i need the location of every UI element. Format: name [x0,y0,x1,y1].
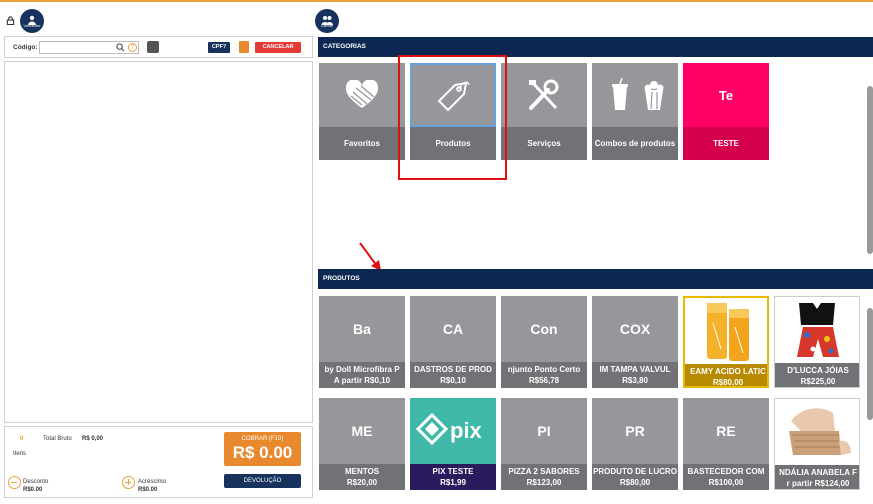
product-name: NDÁLIA ANABELA F [779,468,857,477]
product-tile[interactable]: Ba by Doll Microfibra P A partir R$0,10 [319,296,405,388]
product-tile[interactable]: D'LUCCA JÓIAS R$225,00 [774,296,860,388]
sandal-image [789,408,851,455]
charge-value: R$ 0.00 [232,443,293,462]
vendor-avatar-button[interactable]: Vendedor [20,9,44,33]
product-tile[interactable]: ME MENTOS R$20,00 [319,398,405,490]
heart-icon [345,80,379,108]
codigo-label: Código: [13,44,38,51]
category-servicos[interactable]: Serviços [501,63,587,160]
product-tile[interactable]: CA DASTROS DE PROD R$0,10 [410,296,496,388]
client-label: Cliente [320,22,334,28]
sale-toolbar: Código: ? CPF? CANCELAR [4,36,313,58]
product-name: EAMY ACIDO LATIC [690,367,766,376]
product-price: R$0,10 [440,376,466,385]
client-avatar-button[interactable]: Cliente [315,9,339,33]
items-count: 0 [20,436,24,442]
product-price: R$56,78 [528,376,560,385]
discount-minus-icon[interactable] [8,476,21,489]
gross-total-value: R$ 0,00 [82,436,104,442]
charge-button[interactable]: COBRAR (F10) R$ 0.00 [224,432,301,466]
product-name: by Doll Microfibra P [324,365,400,374]
product-tile[interactable]: EAMY ACIDO LATIC R$80,00 [683,296,769,388]
product-tile[interactable]: pix PIX TESTE R$1,99 [410,398,496,490]
product-price: R$123,00 [526,478,562,487]
discount-label: Desconto [23,479,49,485]
pix-logo-image: pix [415,412,483,446]
product-abbr: Con [530,321,558,337]
search-icon[interactable] [116,43,125,52]
product-tile[interactable]: PI PIZZA 2 SABORES R$123,00 [501,398,587,490]
product-name: PIX TESTE [432,467,474,476]
product-tile[interactable]: COX IM TAMPA VALVUL R$3,80 [592,296,678,388]
product-tile[interactable]: Con njunto Ponto Certo R$56,78 [501,296,587,388]
product-name: MENTOS [344,467,380,476]
category-combos[interactable]: Combos de produtos [592,63,678,160]
product-abbr: PI [537,423,551,439]
product-name: PIZZA 2 SABORES [508,467,580,476]
gross-total-label: Total Bruto [43,436,72,442]
discount-value: R$0.00 [23,487,43,493]
addition-label: Acréscimo [138,479,167,485]
charge-label: COBRAR (F10) [241,436,284,442]
svg-text:pix: pix [450,418,483,443]
product-name: BASTECEDOR COM [687,467,765,476]
category-label: Favoritos [319,127,405,160]
product-abbr: ME [351,423,373,439]
help-icon[interactable]: ? [128,43,137,52]
product-abbr: RE [716,423,736,439]
product-tile[interactable]: NDÁLIA ANABELA F r partir R$124,00 [774,398,860,490]
category-teste[interactable]: Te TESTE [683,63,769,160]
categories-header: CATEGORIAS [318,37,873,57]
product-name: PRODUTO DE LUCRO [593,467,677,476]
product-abbr: Ba [353,321,371,337]
highlight-box [398,55,507,180]
shopping-bag-icon[interactable] [239,41,249,53]
product-price: A partir R$0,10 [333,376,391,385]
products-header: PRODUTOS [318,269,873,289]
tools-icon [529,79,559,110]
return-button[interactable]: DEVOLUÇÃO [224,474,301,488]
product-price: R$80,00 [619,478,651,487]
product-price: R$1,99 [440,478,466,487]
lock-icon[interactable] [6,16,15,25]
product-tile[interactable]: PR PRODUTO DE LUCRO R$80,00 [592,398,678,490]
product-price: R$3,80 [622,376,648,385]
category-label: TESTE [683,127,769,160]
product-price: R$225,00 [800,377,836,386]
items-label: Itens [13,451,27,457]
product-price: r partir R$124,00 [786,479,850,488]
cancel-button[interactable]: CANCELAR [255,42,301,53]
category-label: Serviços [501,127,587,160]
cpf-button[interactable]: CPF? [208,42,230,53]
product-name: IM TAMPA VALVUL [599,365,671,374]
clothing-image [797,303,839,357]
category-favoritos[interactable]: Favoritos [319,63,405,160]
product-abbr: CA [442,321,464,337]
category-abbr: Te [718,87,734,103]
price-tag-icon[interactable] [147,41,159,53]
combo-icon [612,78,664,110]
cream-bottles-image [707,303,749,361]
category-label: Combos de produtos [592,127,678,160]
addition-value: R$0.00 [138,487,158,493]
product-name: njunto Ponto Certo [507,365,581,374]
product-name: DASTROS DE PROD [414,365,492,374]
cart-items-area [4,61,313,423]
products-scrollbar[interactable] [867,308,873,420]
product-price: R$80,00 [712,378,744,387]
addition-plus-icon[interactable] [122,476,135,489]
product-price: R$20,00 [346,478,378,487]
top-accent-bar [0,0,873,2]
product-name: D'LUCCA JÓIAS [787,366,849,375]
vendor-label: Vendedor [23,22,41,28]
product-abbr: COX [619,321,651,337]
product-abbr: PR [625,423,645,439]
categories-scrollbar[interactable] [867,86,873,254]
product-price: R$100,00 [708,478,744,487]
product-tile[interactable]: RE BASTECEDOR COM R$100,00 [683,398,769,490]
totals-panel: 0 Itens Total Bruto R$ 0,00 Desconto R$0… [4,426,313,498]
